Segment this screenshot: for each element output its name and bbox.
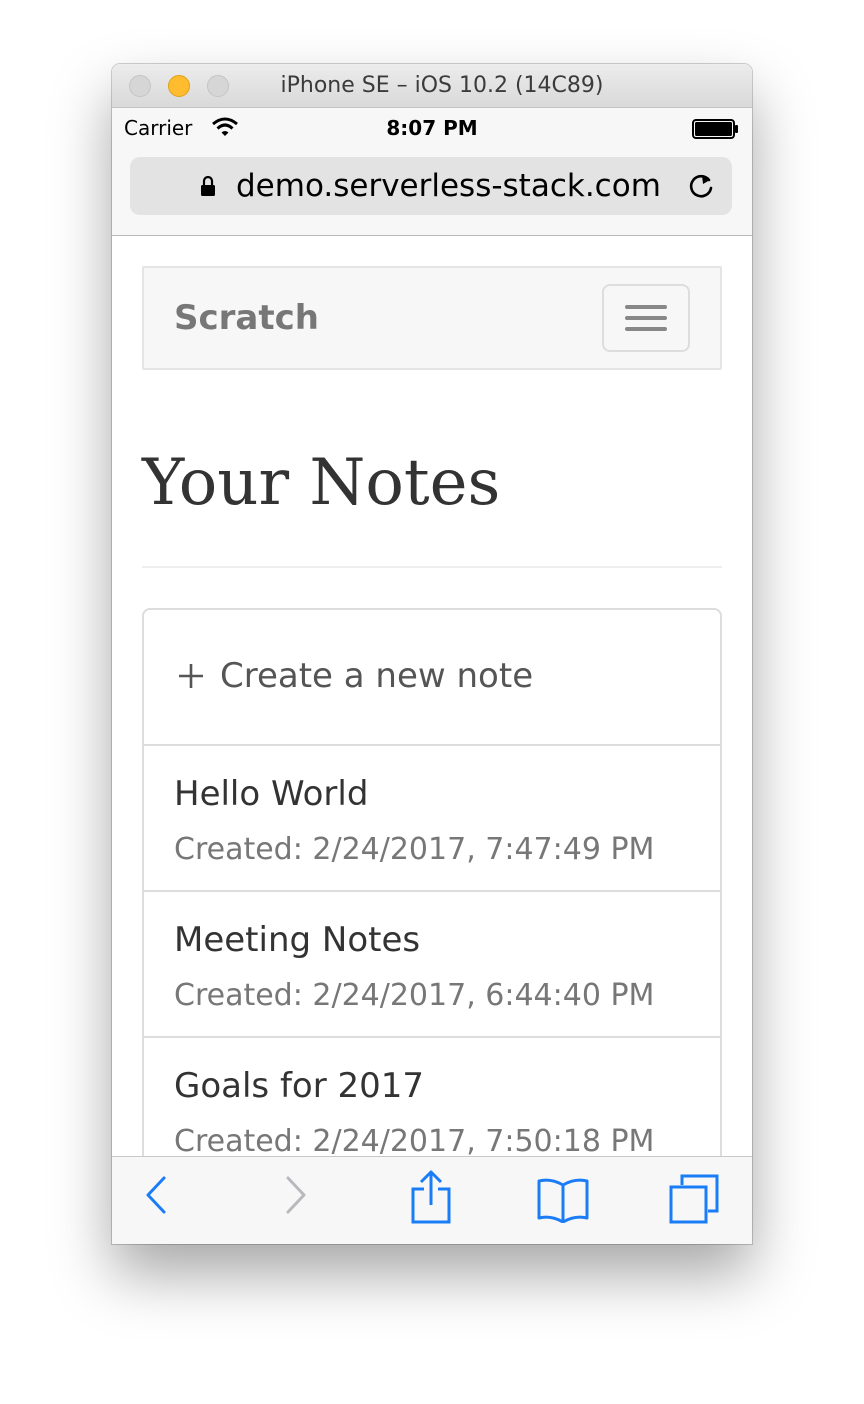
app-navbar: Scratch — [142, 266, 722, 370]
status-time: 8:07 PM — [386, 116, 478, 140]
note-created-date: Created: 2/24/2017, 6:44:40 PM — [174, 978, 655, 1013]
notes-list: Create a new note Hello World Created: 2… — [142, 608, 722, 1156]
bookmarks-icon[interactable] — [536, 1177, 590, 1223]
note-created-date: Created: 2/24/2017, 7:47:49 PM — [174, 832, 655, 867]
reload-icon[interactable] — [687, 171, 715, 201]
list-item[interactable]: Hello World Created: 2/24/2017, 7:47:49 … — [144, 746, 720, 892]
lock-icon — [201, 175, 215, 196]
brand-link[interactable]: Scratch — [174, 298, 319, 338]
url-text[interactable]: demo.serverless-stack.com — [236, 168, 661, 204]
plus-icon — [179, 664, 203, 688]
status-bar: Carrier 8:07 PM — [112, 108, 752, 150]
safari-toolbar — [112, 1156, 752, 1244]
create-note-item[interactable]: Create a new note — [144, 610, 720, 746]
note-title: Meeting Notes — [174, 920, 421, 960]
note-created-date: Created: 2/24/2017, 7:50:18 PM — [174, 1124, 655, 1156]
share-icon[interactable] — [410, 1169, 452, 1225]
list-item[interactable]: Meeting Notes Created: 2/24/2017, 6:44:4… — [144, 892, 720, 1038]
address-bar-area: demo.serverless-stack.com — [112, 150, 752, 236]
note-title: Goals for 2017 — [174, 1066, 425, 1106]
title-bar: iPhone SE – iOS 10.2 (14C89) — [112, 64, 752, 108]
forward-icon[interactable] — [284, 1175, 308, 1215]
address-bar[interactable]: demo.serverless-stack.com — [130, 157, 732, 215]
title-divider — [142, 566, 722, 568]
battery-icon — [692, 119, 738, 139]
window-title: iPhone SE – iOS 10.2 (14C89) — [280, 73, 604, 98]
menu-toggle-button[interactable] — [602, 284, 690, 352]
note-title: Hello World — [174, 774, 369, 814]
simulator-window: iPhone SE – iOS 10.2 (14C89) Carrier 8:0… — [112, 64, 752, 1244]
back-icon[interactable] — [144, 1175, 168, 1215]
page-title: Your Notes — [142, 446, 501, 520]
tabs-icon[interactable] — [668, 1173, 720, 1225]
create-note-label: Create a new note — [220, 656, 534, 696]
list-item[interactable]: Goals for 2017 Created: 2/24/2017, 7:50:… — [144, 1038, 720, 1156]
web-page: Scratch Your Notes Create a new note Hel… — [112, 236, 752, 1156]
